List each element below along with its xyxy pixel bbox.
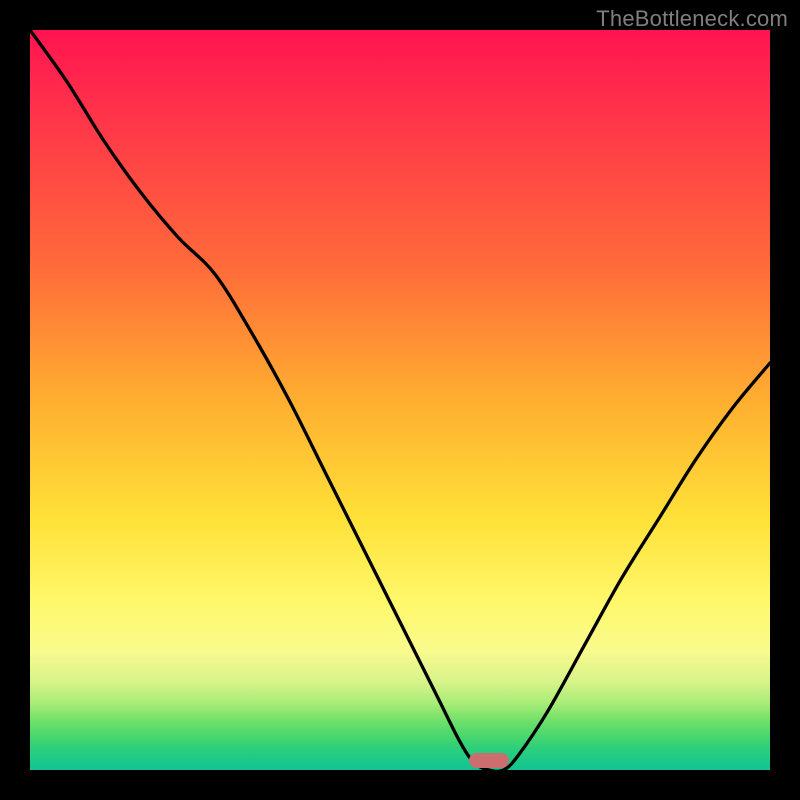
- bottleneck-curve: [30, 30, 770, 770]
- chart-container: TheBottleneck.com: [0, 0, 800, 800]
- watermark-text: TheBottleneck.com: [596, 6, 788, 32]
- optimal-marker: [469, 753, 509, 768]
- plot-area: [30, 30, 770, 770]
